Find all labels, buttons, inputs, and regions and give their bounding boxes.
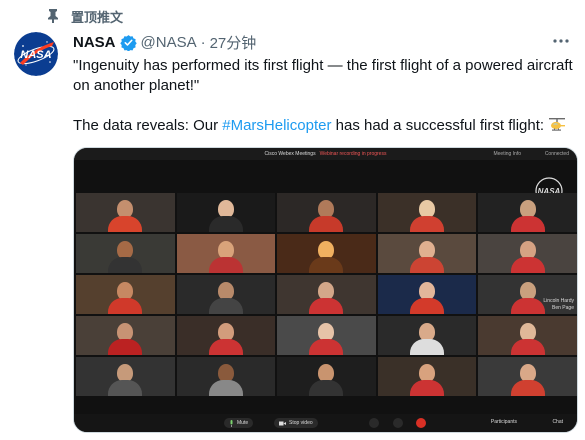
pin-icon: [48, 9, 58, 23]
tweet-timestamp[interactable]: 27分钟: [210, 32, 257, 53]
participant-tile: [176, 234, 276, 273]
leave-button[interactable]: [416, 418, 426, 428]
participant-tile: [76, 234, 175, 273]
participant-tile: [377, 357, 477, 396]
avatar[interactable]: NASA: [14, 32, 58, 76]
participant-tile: [76, 275, 175, 314]
participant-tile: [277, 316, 376, 355]
participant-tile: [478, 193, 577, 232]
mute-button[interactable]: Mute: [224, 418, 254, 428]
video-label: Stop video: [289, 420, 313, 426]
participant-tile: [176, 275, 276, 314]
more-button[interactable]: [393, 418, 403, 428]
participant-tile: [377, 316, 477, 355]
tweet-header: NASA @NASA · 27分钟: [73, 32, 256, 52]
participant-tile: [277, 275, 376, 314]
tweet-body: The data reveals: Our #MarsHelicopter ha…: [73, 116, 573, 136]
participant-tile: [478, 316, 577, 355]
participant-tile: [176, 316, 276, 355]
participant-tile: [76, 316, 175, 355]
tweet-media-image[interactable]: Cisco Webex Meetings Webinar recording i…: [73, 147, 578, 433]
svg-text:NASA: NASA: [20, 49, 51, 61]
mute-label: Mute: [237, 420, 249, 426]
nasa-logo-avatar: NASA: [14, 32, 58, 76]
participant-name: Ben Page: [552, 305, 574, 311]
participant-name: Lincoln Hardy: [543, 298, 574, 304]
meeting-status: Webinar recording in progress: [319, 151, 387, 157]
participant-tile: [478, 234, 577, 273]
pinned-indicator: 置顶推文: [45, 7, 123, 25]
participants-button[interactable]: Participants: [491, 419, 517, 425]
verified-badge-icon: [119, 34, 137, 51]
video-camera-icon: [279, 421, 286, 425]
meeting-topbar: Cisco Webex Meetings Webinar recording i…: [74, 148, 577, 160]
chat-button[interactable]: Chat: [552, 419, 563, 425]
tweet-quote-text: "Ingenuity has performed its first fligh…: [73, 57, 577, 94]
tweet-body-prefix: The data reveals: Our: [73, 117, 223, 134]
participant-tile: Lincoln Hardy Ben Page: [478, 275, 577, 314]
participant-tile: [377, 193, 477, 232]
participant-tile: [377, 234, 477, 273]
stop-video-button[interactable]: Stop video: [274, 418, 318, 428]
helicopter-icon: [549, 118, 566, 131]
participant-tile: [277, 234, 376, 273]
meeting-controls-bar: Mute Stop video Participants Chat: [74, 414, 577, 432]
user-handle[interactable]: @NASA: [141, 34, 197, 51]
participant-tile: [478, 357, 577, 396]
hashtag-link[interactable]: #MarsHelicopter: [222, 117, 331, 134]
pinned-label: 置顶推文: [71, 9, 124, 25]
microphone-icon: [230, 419, 233, 427]
participant-tile: [277, 193, 376, 232]
meeting-connected: Connected: [544, 151, 569, 157]
separator-dot: ·: [200, 33, 206, 51]
participant-tile: [277, 357, 376, 396]
participant-tile: [76, 357, 175, 396]
tweet-quote: "Ingenuity has performed its first fligh…: [73, 56, 573, 96]
participant-tile: [377, 275, 477, 314]
participant-tile: [76, 193, 175, 232]
meeting-info: Meeting Info: [493, 151, 521, 157]
more-options-icon[interactable]: [551, 34, 571, 48]
participant-tile: [176, 357, 276, 396]
share-button[interactable]: [369, 418, 379, 428]
display-name[interactable]: NASA: [73, 34, 116, 51]
participant-tile: [176, 193, 276, 232]
participant-grid: Lincoln Hardy Ben Page: [74, 193, 577, 396]
tweet-body-suffix: has had a successful first flight:: [331, 117, 549, 134]
meeting-title: Cisco Webex Meetings: [264, 151, 316, 157]
